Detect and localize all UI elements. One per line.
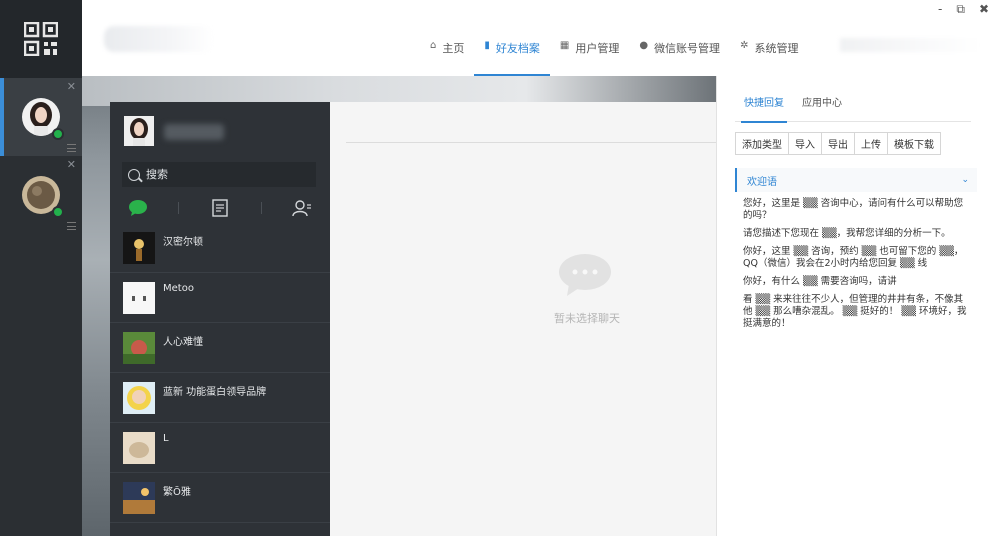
online-status-icon (52, 128, 64, 140)
window-controls: - ⧉ ✖ (938, 2, 989, 17)
nav-wechat-accounts[interactable]: ● 微信账号管理 (629, 34, 730, 76)
online-status-icon (52, 206, 64, 218)
menu-icon[interactable] (67, 144, 76, 152)
template-download-button[interactable]: 模板下载 (887, 132, 941, 155)
chat-bubble-icon (128, 200, 147, 216)
list-item[interactable]: Metoo (110, 273, 330, 323)
avatar (123, 282, 155, 314)
reply-item[interactable]: 你好，有什么 ▒▒ 需要咨询吗，请讲 (743, 276, 969, 288)
tab-articles[interactable] (205, 197, 235, 219)
reply-list: 您好，这里是 ▒▒ 咨询中心，请问有什么可以帮助您的吗？ 请您描述下您现在 ▒▒… (735, 192, 977, 342)
nav-home[interactable]: ⌂ 主页 (420, 34, 474, 76)
avatar (123, 232, 155, 264)
group-header[interactable]: 欢迎语 ⌄ (735, 168, 977, 192)
tab-chats[interactable] (123, 197, 153, 219)
contact-name: 繁Ō雅 (163, 487, 191, 498)
close-icon[interactable]: ✕ (67, 80, 76, 93)
avatar (123, 482, 155, 514)
list-document-icon (212, 199, 228, 217)
reply-item[interactable]: 你好，这里 ▒▒ 咨询，预约 ▒▒ 也可留下您的 ▒▒，QQ（微信）我会在2小时… (743, 246, 969, 270)
contact-name: L (163, 433, 169, 444)
search-icon (128, 168, 140, 181)
avatar (123, 332, 155, 364)
search-box[interactable] (122, 162, 316, 187)
add-type-button[interactable]: 添加类型 (735, 132, 789, 155)
export-button[interactable]: 导出 (821, 132, 855, 155)
reply-item[interactable]: 看 ▒▒ 来来往往不少人，但管理的井井有条，不像其他 ▒▒ 那么嘈杂混乱。 ▒▒… (743, 294, 969, 330)
close-icon[interactable]: ✕ (67, 158, 76, 171)
nav-system-management[interactable]: ✲ 系统管理 (730, 34, 808, 76)
contact-name: 汉密尔顿 (163, 237, 203, 248)
divider (178, 202, 180, 214)
account-item-2[interactable]: ✕ (0, 156, 82, 234)
right-panel-tabs: 快捷回复 应用中心 (735, 94, 971, 123)
home-icon: ⌂ (430, 40, 437, 51)
reply-item[interactable]: 您好，这里是 ▒▒ 咨询中心，请问有什么可以帮助您的吗？ (743, 198, 969, 222)
restore-button[interactable]: ⧉ (956, 2, 965, 17)
user-info[interactable] (840, 38, 980, 52)
tab-quick-reply[interactable]: 快捷回复 (735, 94, 793, 123)
nav-label: 微信账号管理 (654, 42, 721, 55)
chevron-down-icon: ⌄ (961, 175, 969, 185)
nav-label: 用户管理 (575, 42, 620, 55)
nav-friend-profiles[interactable]: ▮ 好友档案 (474, 34, 550, 76)
divider (260, 202, 262, 214)
avatar (123, 432, 155, 464)
chat-list-panel: 汉密尔顿 Metoo 人心难懂 蓝新 功能蛋白领导品牌 L 繁Ō雅 (110, 102, 330, 536)
empty-chat-icon (559, 254, 611, 296)
conversation-area: 暂未选择聊天 (330, 102, 716, 536)
tab-app-center[interactable]: 应用中心 (793, 94, 851, 122)
close-button[interactable]: ✖ (979, 2, 989, 17)
list-item[interactable]: L (110, 423, 330, 473)
list-item[interactable]: 繁Ō雅 (110, 473, 330, 523)
grid-icon: ▦ (559, 40, 570, 51)
contact-name: 蓝新 功能蛋白领导品牌 (163, 387, 267, 398)
list-item[interactable]: 蓝新 功能蛋白领导品牌 (110, 373, 330, 423)
menu-icon[interactable] (67, 222, 76, 230)
account-item-1[interactable]: ✕ (0, 78, 82, 156)
import-button[interactable]: 导入 (788, 132, 822, 155)
upload-button[interactable]: 上传 (854, 132, 888, 155)
chat-icon: ● (639, 40, 649, 51)
contact-name: 人心难懂 (163, 337, 203, 348)
list-item[interactable]: 汉密尔顿 (110, 223, 330, 273)
search-input[interactable] (146, 168, 306, 181)
quick-reply-panel: 快捷回复 应用中心 添加类型 导入 导出 上传 模板下载 欢迎语 ⌄ 您好，这里… (716, 76, 997, 536)
my-nickname (164, 124, 224, 140)
toolbar: 添加类型 导入 导出 上传 模板下载 (735, 132, 941, 155)
divider (346, 142, 716, 143)
reply-item[interactable]: 请您描述下您现在 ▒▒，我帮您详细的分析一下。 (743, 228, 969, 240)
reply-group: 欢迎语 ⌄ 您好，这里是 ▒▒ 咨询中心，请问有什么可以帮助您的吗？ 请您描述下… (735, 168, 977, 348)
gear-icon: ✲ (740, 40, 749, 51)
list-item[interactable]: 人心难懂 (110, 323, 330, 373)
nav-label: 系统管理 (754, 42, 799, 55)
minimize-button[interactable]: - (938, 2, 942, 17)
divider (110, 522, 330, 523)
account-sidebar: ✕ ✕ (0, 0, 82, 536)
avatar (123, 382, 155, 414)
my-avatar[interactable] (124, 116, 154, 146)
qr-code-icon (24, 22, 58, 56)
nav-label: 好友档案 (495, 42, 540, 55)
group-title: 欢迎语 (747, 176, 777, 188)
main-nav: ⌂ 主页 ▮ 好友档案 ▦ 用户管理 ● 微信账号管理 ✲ 系统管理 (420, 34, 808, 76)
empty-state-text: 暂未选择聊天 (554, 312, 620, 325)
contacts-icon (292, 200, 312, 217)
nav-label: 主页 (442, 42, 465, 55)
logo (104, 26, 214, 52)
list-tabs (110, 194, 330, 222)
contact-name: Metoo (163, 283, 194, 294)
top-header: - ⧉ ✖ ⌂ 主页 ▮ 好友档案 ▦ 用户管理 ● 微信账号管理 ✲ 系统管理 (82, 0, 997, 76)
tab-contacts[interactable] (287, 197, 317, 219)
qr-code-button[interactable] (0, 0, 82, 78)
nav-user-management[interactable]: ▦ 用户管理 (550, 34, 629, 76)
document-icon: ▮ (484, 40, 490, 51)
